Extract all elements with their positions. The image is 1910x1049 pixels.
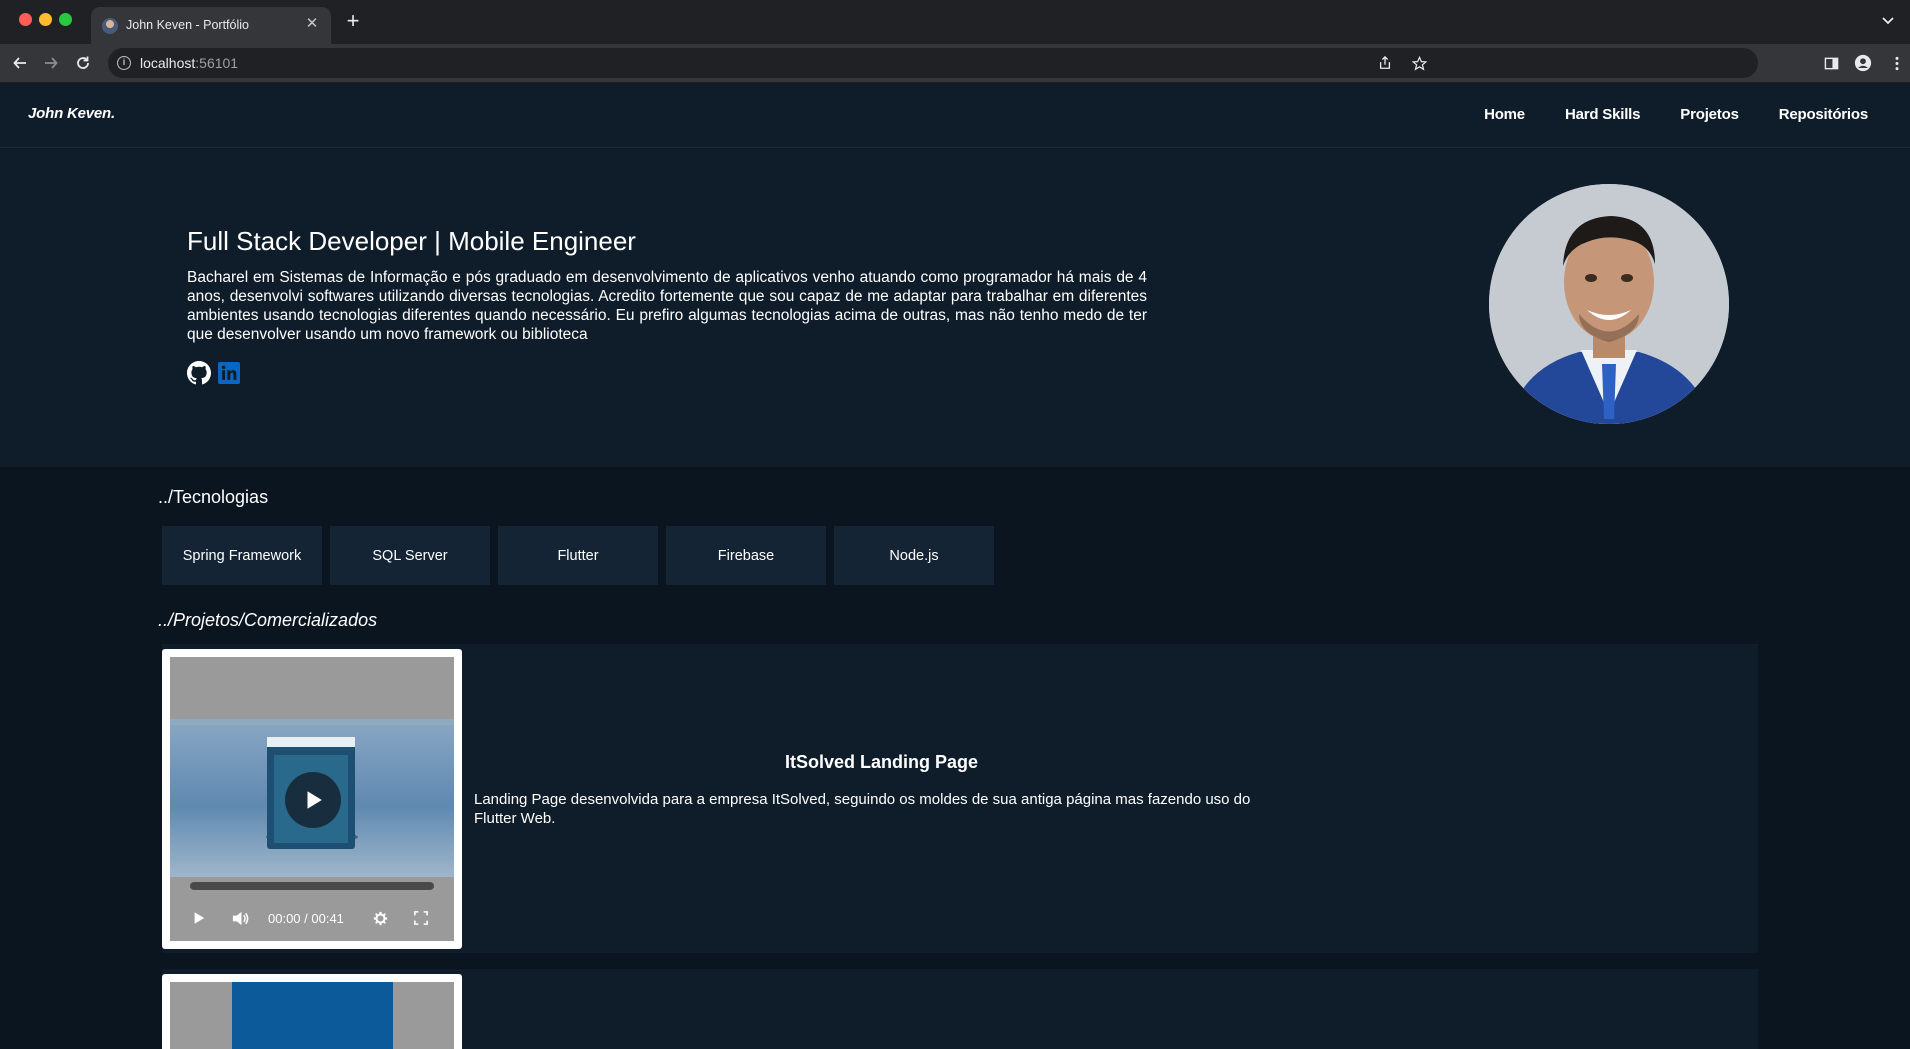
video-progress-bar[interactable] [190, 882, 434, 890]
maximize-window-button[interactable] [59, 13, 72, 26]
arrow-left-icon [13, 57, 26, 69]
hero-section: Full Stack Developer | Mobile Engineer B… [0, 149, 1910, 467]
play-overlay-button[interactable] [285, 772, 341, 828]
project-card [162, 969, 1758, 1049]
browser-menu-icon[interactable] [1887, 53, 1907, 73]
tab-title: John Keven - Portfólio [126, 18, 249, 32]
new-tab-button[interactable]: + [342, 10, 364, 32]
play-icon [194, 912, 205, 924]
profile-photo [1489, 184, 1729, 424]
share-icon[interactable] [1376, 54, 1394, 72]
tech-card[interactable]: Flutter [498, 526, 658, 585]
browser-chrome: John Keven - Portfólio ✕ + i localhost:5… [0, 0, 1910, 83]
gear-icon [373, 911, 387, 925]
favicon-icon [102, 18, 118, 34]
tab-search-chevron-icon[interactable] [1880, 12, 1896, 28]
project-video-player[interactable]: 00:00 / 00:41 [170, 657, 454, 941]
browser-tab[interactable]: John Keven - Portfólio ✕ [91, 7, 331, 44]
reload-button[interactable] [70, 50, 96, 76]
hero-description: Bacharel em Sistemas de Informação e pós… [187, 269, 1147, 343]
project-description: Landing Page desenvolvida para a empresa… [474, 791, 1251, 827]
technologies-list: Spring Framework SQL Server Flutter Fire… [162, 526, 994, 585]
nav-links: Home Hard Skills Projetos Repositórios [1484, 106, 1868, 123]
site-brand[interactable]: John Keven. [28, 105, 115, 122]
browser-toolbar: i localhost:56101 [0, 44, 1910, 83]
video-settings-button[interactable] [369, 907, 391, 929]
reload-icon [77, 56, 89, 69]
github-icon[interactable] [187, 361, 211, 385]
forward-button[interactable] [38, 50, 64, 76]
tech-card[interactable]: Firebase [666, 526, 826, 585]
video-thumbnail [232, 982, 393, 1049]
nav-home[interactable]: Home [1484, 106, 1525, 123]
project-video-player[interactable] [170, 982, 454, 1049]
tech-card[interactable]: Node.js [834, 526, 994, 585]
video-time: 00:00 / 00:41 [268, 911, 344, 926]
url-text: localhost:56101 [140, 55, 239, 71]
linkedin-icon[interactable] [217, 361, 241, 385]
project-title: ItSolved Landing Page [785, 752, 979, 772]
page-viewport: John Keven. Home Hard Skills Projetos Re… [0, 83, 1910, 1049]
side-panel-icon[interactable] [1821, 53, 1841, 73]
projects-title: ../Projetos/Comercializados [158, 610, 378, 630]
bookmark-star-icon[interactable] [1410, 54, 1428, 72]
project-video-frame: 00:00 / 00:41 [162, 649, 462, 949]
tab-close-icon[interactable]: ✕ [303, 15, 321, 33]
volume-button[interactable] [229, 907, 251, 929]
nav-hard-skills[interactable]: Hard Skills [1565, 106, 1641, 123]
address-bar[interactable]: i localhost:56101 [108, 48, 1758, 78]
nav-projetos[interactable]: Projetos [1680, 106, 1739, 123]
site-info-icon[interactable]: i [117, 56, 131, 70]
play-button[interactable] [188, 907, 210, 929]
profile-icon[interactable] [1853, 53, 1873, 73]
volume-icon [232, 911, 248, 925]
nav-repositorios[interactable]: Repositórios [1779, 106, 1868, 123]
project-card: 00:00 / 00:41 ItSolved Landing Page Land… [162, 644, 1758, 953]
fullscreen-icon [414, 911, 428, 925]
site-navbar: John Keven. Home Hard Skills Projetos Re… [0, 83, 1910, 148]
tech-card[interactable]: Spring Framework [162, 526, 322, 585]
project-video-frame [162, 974, 462, 1049]
avatar [1489, 184, 1729, 424]
back-button[interactable] [7, 50, 33, 76]
technologies-title: ../Tecnologias [158, 487, 269, 507]
hero-title: Full Stack Developer | Mobile Engineer [187, 226, 636, 256]
tab-strip: John Keven - Portfólio ✕ + [0, 0, 1910, 44]
minimize-window-button[interactable] [39, 13, 52, 26]
fullscreen-button[interactable] [410, 907, 432, 929]
tech-card[interactable]: SQL Server [330, 526, 490, 585]
play-icon [307, 791, 322, 809]
video-controls: 00:00 / 00:41 [170, 897, 454, 941]
close-window-button[interactable] [19, 13, 32, 26]
arrow-right-icon [45, 57, 58, 69]
social-links [187, 361, 241, 385]
